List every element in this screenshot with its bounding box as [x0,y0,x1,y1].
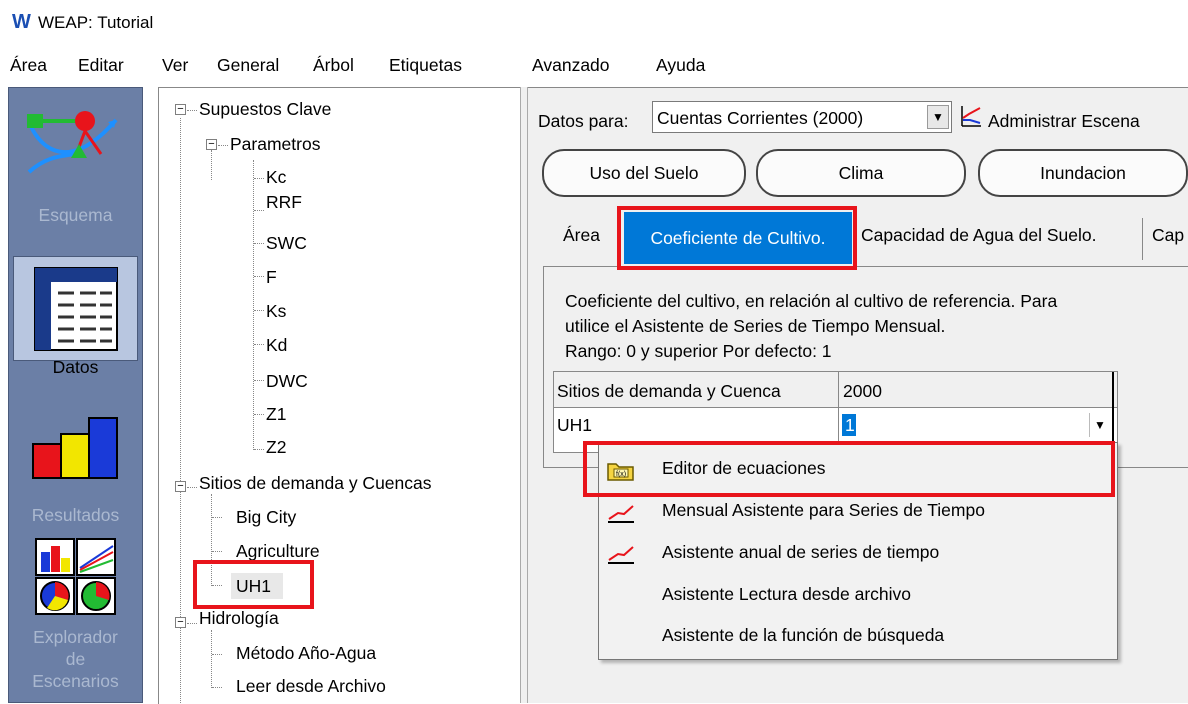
grid-row-name: UH1 [557,415,593,435]
menu-arbol[interactable]: Árbol [313,52,354,78]
tree-connector [254,344,264,345]
tree-connector [254,243,264,244]
data-label[interactable]: Datos [9,356,142,378]
tree-connector [211,630,212,688]
grid-cell-value[interactable]: 1 [845,414,855,436]
tree-connector [254,380,264,381]
explorer-label-line1[interactable]: Explorador [9,626,142,648]
tree-connector [212,517,222,518]
tree-item-hidrologia[interactable]: Hidrología [199,607,279,629]
tree-item-agriculture[interactable]: Agriculture [236,540,320,562]
grid-header-sites: Sitios de demanda y Cuenca [557,381,781,401]
line-graph-icon [608,546,634,564]
tree-item-leer-desde-archivo[interactable]: Leer desde Archivo [236,675,386,697]
scenario-explorer-icon[interactable] [35,538,117,616]
description-line: utilice el Asistente de Series de Tiempo… [565,316,946,336]
results-label[interactable]: Resultados [9,504,142,526]
tree-item-z1[interactable]: Z1 [266,403,286,425]
explorer-label-line2[interactable]: de [9,648,142,670]
category-button-uso-suelo[interactable]: Uso del Suelo [542,149,746,197]
tree-connector [254,178,264,179]
app-logo-icon: W [12,11,31,33]
tree-connector [187,487,197,488]
title-bar [0,0,1188,40]
grid-header-year: 2000 [843,381,882,401]
chevron-down-icon[interactable]: ▼ [927,105,949,129]
menu-ayuda[interactable]: Ayuda [656,52,705,78]
expander-collapse-icon[interactable]: − [175,104,186,115]
data-view-button[interactable] [13,256,138,361]
tree-item-sitios-demanda[interactable]: Sitios de demanda y Cuencas [199,472,432,494]
tree-item-kc[interactable]: Kc [266,166,286,188]
tree-item-f[interactable]: F [266,266,277,288]
schema-icon[interactable] [21,102,131,182]
window-title: WEAP: Tutorial [38,13,154,32]
menu-ver[interactable]: Ver [162,52,188,78]
annotation-box-tab [617,206,857,270]
menu-item-mensual-asistente[interactable]: Mensual Asistente para Series de Tiempo [662,499,985,521]
description-line: Rango: 0 y superior Por defecto: 1 [565,341,832,361]
annotation-box-editor [583,441,1115,497]
tree-connector [187,623,197,624]
menu-bar: Área Editar Ver General Árbol Etiquetas … [0,52,1188,78]
scenario-select-value: Cuentas Corrientes (2000) [657,108,864,128]
menu-etiquetas[interactable]: Etiquetas [389,52,462,78]
explorer-label-line3[interactable]: Escenarios [9,670,142,692]
menu-item-lectura-archivo[interactable]: Asistente Lectura desde archivo [662,583,911,605]
manage-scenarios-icon[interactable] [960,104,982,128]
schema-label[interactable]: Esquema [9,204,142,226]
results-bar-chart-icon[interactable] [31,414,123,480]
category-button-clima[interactable]: Clima [756,149,966,197]
expander-collapse-icon[interactable]: − [206,139,217,150]
tree-item-metodo-ano-agua[interactable]: Método Año-Agua [236,642,376,664]
tree-item-supuestos-clave[interactable]: Supuestos Clave [199,98,331,120]
expander-collapse-icon[interactable]: − [175,617,186,628]
tree-connector [212,654,222,655]
tree-connector [218,145,228,146]
tree-connector [212,687,222,688]
data-for-label: Datos para: [538,111,629,131]
scenario-select[interactable]: Cuentas Corrientes (2000) ▼ [652,101,952,133]
tree-item-swc[interactable]: SWC [266,232,307,254]
tab-capacidad-agua-suelo[interactable]: Capacidad de Agua del Suelo. [861,224,1096,246]
tree-item-dwc[interactable]: DWC [266,370,308,392]
data-table-icon [34,267,118,351]
tab-cap[interactable]: Cap [1152,224,1184,246]
menu-avanzado[interactable]: Avanzado [532,52,610,78]
expander-collapse-icon[interactable]: − [175,481,186,492]
tree-connector [254,210,264,211]
tree-item-z2[interactable]: Z2 [266,436,286,458]
tree-item-rrf[interactable]: RRF [266,191,302,213]
line-graph-icon [608,505,634,523]
menu-general[interactable]: General [217,52,279,78]
menu-item-asistente-anual[interactable]: Asistente anual de series de tiempo [662,541,939,563]
tree-item-kd[interactable]: Kd [266,334,287,356]
tree-connector [187,110,197,111]
category-button-inundacion[interactable]: Inundacion [978,149,1188,197]
annotation-box-uh1 [193,560,314,609]
menu-editar[interactable]: Editar [78,52,124,78]
tree-connector [253,160,254,450]
chevron-down-icon[interactable]: ▼ [1089,413,1110,437]
description-line: Coeficiente del cultivo, en relación al … [565,291,1058,311]
tree-connector [212,551,222,552]
tree-item-big-city[interactable]: Big City [236,506,296,528]
tree-connector [254,276,264,277]
manage-scenarios-label[interactable]: Administrar Escena [988,110,1140,132]
tree-connector [254,310,264,311]
menu-item-funcion-busqueda[interactable]: Asistente de la función de búsqueda [662,624,944,646]
tree-item-parametros[interactable]: Parametros [230,133,320,155]
tree-connector [211,150,212,180]
tree-connector [254,414,264,415]
grid-divider [838,372,839,452]
view-bar: Esquema Datos Resultados Explorador de E… [8,87,143,703]
panel-splitter[interactable] [520,87,528,703]
grid-divider [1112,372,1114,452]
menu-area[interactable]: Área [10,52,47,78]
tree-item-ks[interactable]: Ks [266,300,286,322]
tab-separator [1142,218,1143,260]
tab-area[interactable]: Área [563,224,600,246]
tree-connector [254,449,264,450]
